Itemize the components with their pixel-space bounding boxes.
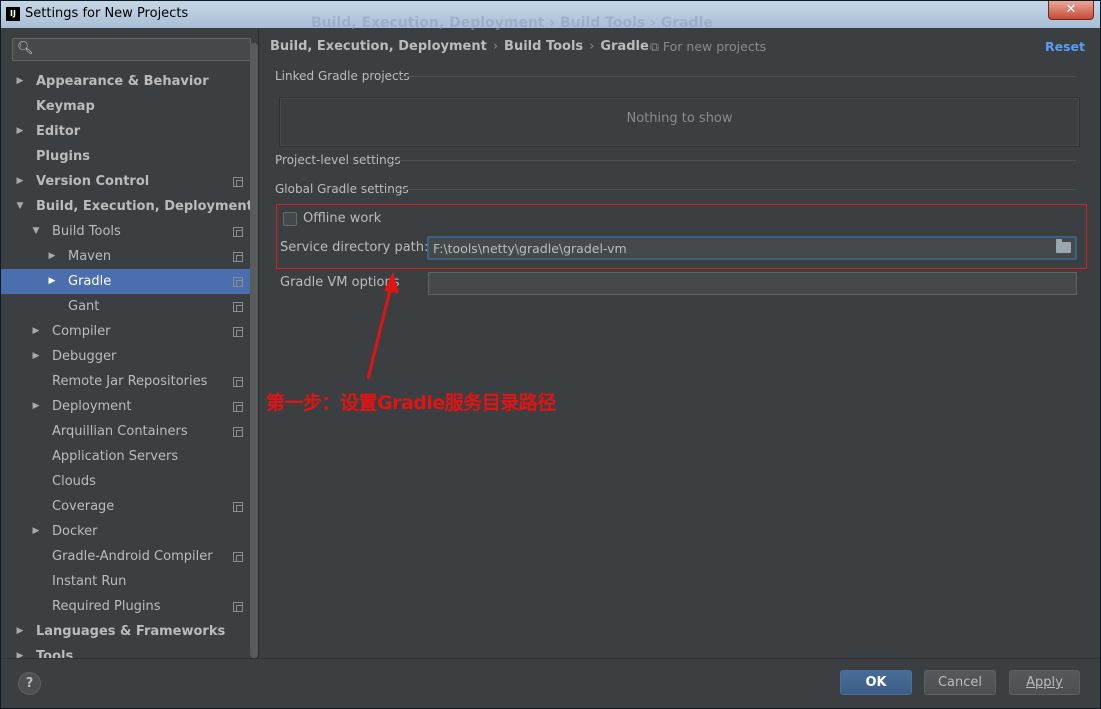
project-settings-icon: [233, 427, 243, 437]
project-settings-icon: [233, 302, 243, 312]
sidebar-item-gant[interactable]: Gant: [1, 294, 258, 319]
sidebar-item-label: Languages & Frameworks: [36, 624, 226, 639]
sidebar-item-label: Application Servers: [52, 449, 179, 464]
sidebar-item-label: Build, Execution, Deployment: [36, 199, 253, 214]
sidebar-item-label: Gant: [68, 299, 100, 314]
sidebar-item-editor[interactable]: ▶ Editor: [1, 119, 258, 144]
project-settings-icon: [233, 402, 243, 412]
expand-right-icon[interactable]: ▶: [30, 319, 42, 344]
sidebar-item-gradle[interactable]: ▶ Gradle: [1, 269, 258, 294]
sidebar-item-coverage[interactable]: Coverage: [1, 494, 258, 519]
sidebar-item-debugger[interactable]: ▶ Debugger: [1, 344, 258, 369]
expand-right-icon[interactable]: ▶: [30, 519, 42, 544]
expand-right-icon[interactable]: ▶: [14, 644, 26, 658]
expand-right-icon[interactable]: ▶: [14, 619, 26, 644]
sidebar-item-label: Compiler: [52, 324, 111, 339]
expand-down-icon[interactable]: ▼: [30, 219, 42, 244]
settings-sidebar: 🔍︎ ▶ Appearance & Behavior Keymap ▶ Editor Pl…: [1, 29, 259, 658]
sidebar-item-label: Tools: [36, 649, 74, 658]
sidebar-item-label: Debugger: [52, 349, 117, 364]
settings-search-box[interactable]: 🔍︎: [12, 38, 251, 61]
annotation-arrow: [366, 272, 399, 380]
sidebar-item-label: Version Control: [36, 174, 150, 189]
sidebar-item-version-control[interactable]: ▶ Version Control: [1, 169, 258, 194]
sidebar-item-keymap[interactable]: Keymap: [1, 94, 258, 119]
sidebar-item-build-tools[interactable]: ▼ Build Tools: [1, 219, 258, 244]
sidebar-item-label: Build Tools: [52, 224, 121, 239]
expand-right-icon[interactable]: ▶: [14, 169, 26, 194]
help-button[interactable]: ?: [18, 672, 41, 695]
expand-right-icon[interactable]: ▶: [46, 244, 58, 269]
sidebar-item-instant-run[interactable]: Instant Run: [1, 569, 258, 594]
project-settings-icon: [233, 277, 243, 287]
window-title: Settings for New Projects: [25, 6, 189, 21]
project-settings-icon: [233, 502, 243, 512]
sidebar-item-label: Clouds: [52, 474, 96, 489]
annotation-text: 第一步：设置Gradle服务目录路径: [266, 392, 556, 414]
sidebar-item-label: Required Plugins: [52, 599, 161, 614]
apply-button[interactable]: Apply: [1009, 670, 1080, 695]
annotation-arrow-shaft: [366, 285, 393, 380]
project-settings-icon: [233, 252, 243, 262]
intellij-logo-icon: IJ: [6, 7, 20, 21]
sidebar-item-label: Deployment: [52, 399, 132, 414]
sidebar-item-label: Gradle-Android Compiler: [52, 549, 213, 564]
expand-right-icon[interactable]: ▶: [30, 394, 42, 419]
sidebar-item-docker[interactable]: ▶ Docker: [1, 519, 258, 544]
project-settings-icon: [233, 377, 243, 387]
sidebar-item-arquillian-containers[interactable]: Arquillian Containers: [1, 419, 258, 444]
sidebar-item-label: Appearance & Behavior: [36, 74, 209, 89]
expand-right-icon[interactable]: ▶: [46, 269, 58, 294]
sidebar-item-compiler[interactable]: ▶ Compiler: [1, 319, 258, 344]
annotation-arrow-head: [384, 272, 399, 293]
project-settings-icon: [233, 602, 243, 612]
sidebar-item-tools[interactable]: ▶ Tools: [1, 644, 258, 658]
project-settings-icon: [233, 177, 243, 187]
settings-search-input[interactable]: [35, 41, 245, 58]
dialog-button-bar: ? OK Cancel Apply: [1, 658, 1100, 708]
sidebar-item-label: Docker: [52, 524, 98, 539]
sidebar-item-label: Plugins: [36, 149, 90, 164]
sidebar-item-label: Arquillian Containers: [52, 424, 188, 439]
sidebar-item-label: Keymap: [36, 99, 95, 114]
sidebar-item-label: Editor: [36, 124, 81, 139]
sidebar-item-application-servers[interactable]: Application Servers: [1, 444, 258, 469]
project-settings-icon: [233, 327, 243, 337]
sidebar-item-label: Coverage: [52, 499, 115, 514]
title-bar: IJ Settings for New Projects Build, Exec…: [1, 1, 1100, 31]
sidebar-item-label: Remote Jar Repositories: [52, 374, 208, 389]
expand-down-icon[interactable]: ▼: [14, 194, 26, 219]
sidebar-item-label: Gradle: [68, 274, 112, 289]
expand-right-icon[interactable]: ▶: [14, 69, 26, 94]
close-button[interactable]: ✕: [1048, 1, 1094, 20]
cancel-button[interactable]: Cancel: [924, 670, 996, 695]
sidebar-item-appearance-behavior[interactable]: ▶ Appearance & Behavior: [1, 69, 258, 94]
project-settings-icon: [233, 552, 243, 562]
sidebar-item-build-execution-deployment[interactable]: ▼ Build, Execution, Deployment: [1, 194, 258, 219]
sidebar-item-required-plugins[interactable]: Required Plugins: [1, 594, 258, 619]
sidebar-scrollbar[interactable]: [250, 43, 258, 658]
sidebar-item-plugins[interactable]: Plugins: [1, 144, 258, 169]
expand-right-icon[interactable]: ▶: [14, 119, 26, 144]
sidebar-item-label: Maven: [68, 249, 112, 264]
sidebar-item-remote-jar-repositories[interactable]: Remote Jar Repositories: [1, 369, 258, 394]
sidebar-item-maven[interactable]: ▶ Maven: [1, 244, 258, 269]
sidebar-item-gradle-android-compiler[interactable]: Gradle-Android Compiler: [1, 544, 258, 569]
sidebar-item-label: Instant Run: [52, 574, 127, 589]
search-icon[interactable]: 🔍︎: [17, 41, 34, 56]
sidebar-item-clouds[interactable]: Clouds: [1, 469, 258, 494]
gradle-settings-panel: Build, Execution, Deployment › Build Tools…: [260, 29, 1100, 658]
settings-dialog: IJ Settings for New Projects Build, Exec…: [0, 0, 1101, 709]
sidebar-item-deployment[interactable]: ▶ Deployment: [1, 394, 258, 419]
sidebar-item-languages-frameworks[interactable]: ▶ Languages & Frameworks: [1, 619, 258, 644]
expand-right-icon[interactable]: ▶: [30, 344, 42, 369]
project-settings-icon: [233, 227, 243, 237]
ok-button[interactable]: OK: [840, 670, 912, 695]
settings-tree: ▶ Appearance & Behavior Keymap ▶ Editor Plugi…: [1, 69, 258, 658]
